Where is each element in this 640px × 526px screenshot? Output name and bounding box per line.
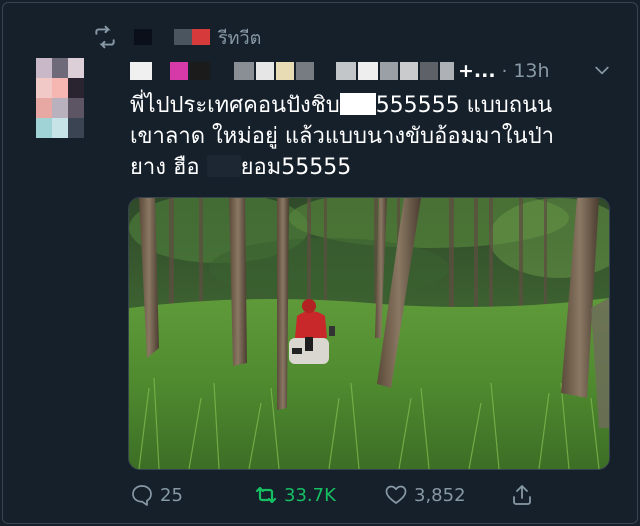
author-row: +... · 13h xyxy=(130,58,550,84)
separator-dot: · xyxy=(501,60,508,82)
tweet-actions: 25 33.7K 3,852 xyxy=(130,480,610,510)
retweeter-name-pixelated[interactable] xyxy=(134,29,210,45)
heart-icon xyxy=(385,485,407,504)
retweet-count: 33.7K xyxy=(284,484,336,506)
share-button[interactable] xyxy=(510,480,540,510)
avatar[interactable] xyxy=(36,58,100,140)
like-count: 3,852 xyxy=(414,484,466,506)
author-name-pixelated[interactable] xyxy=(130,62,456,80)
chevron-down-icon[interactable] xyxy=(592,60,612,80)
redaction-block xyxy=(206,155,241,177)
tweet-photo[interactable] xyxy=(128,197,610,470)
tweet-text-line3b: ยอม55555 xyxy=(240,155,352,180)
author-name-suffix: +... xyxy=(458,60,496,82)
retweet-icon xyxy=(95,25,115,49)
timestamp[interactable]: 13h xyxy=(513,60,549,82)
share-icon xyxy=(513,485,531,505)
tweet-text-line2: เขาลาด ใหม่อยู่ แล้วแบบนางขับอ้อมมาในป่า xyxy=(130,124,555,149)
tweet-text: พี่ไปประเทศคอนปังชิบ 555555 แบบถนน เขาลาด… xyxy=(130,90,610,183)
reply-count: 25 xyxy=(160,484,183,506)
retweet-label: รีทวีต xyxy=(218,27,262,49)
retweet-icon xyxy=(255,486,277,504)
reply-button[interactable]: 25 xyxy=(130,480,183,510)
redaction-block xyxy=(339,93,376,115)
retweet-header: รีทวีต xyxy=(92,24,261,50)
tweet-text-line1b: 555555 แบบถนน xyxy=(375,93,553,118)
tweet-text-line1a: พี่ไปประเทศคอนปังชิบ xyxy=(130,93,340,118)
rubber-plantation-scooter-photo xyxy=(129,198,609,469)
reply-icon xyxy=(132,485,152,506)
tweet-text-line3a: ยาง ฮือ xyxy=(130,155,207,180)
like-button[interactable]: 3,852 xyxy=(384,480,466,510)
retweet-button[interactable]: 33.7K xyxy=(254,480,336,510)
